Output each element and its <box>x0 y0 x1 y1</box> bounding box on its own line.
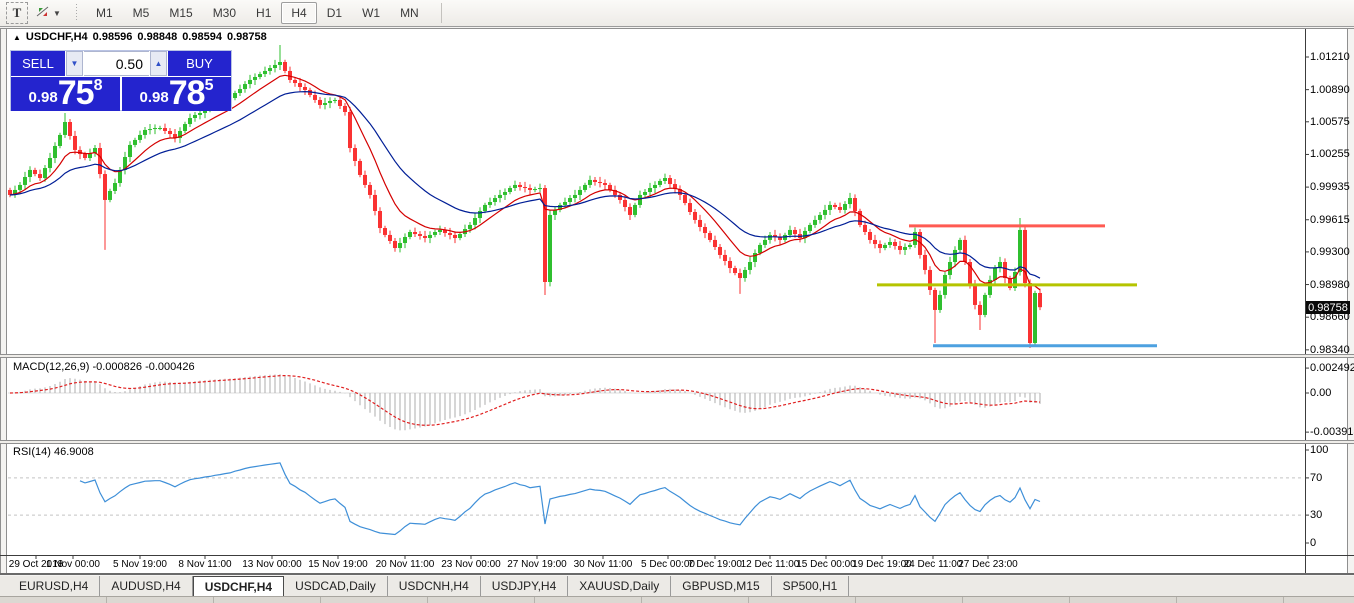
time-axis-label: 27 Nov 19:00 <box>507 559 567 570</box>
ohlc-high: 0.98848 <box>137 31 177 43</box>
buy-button[interactable]: BUY <box>168 51 231 76</box>
sell-price-pips: 75 <box>58 79 94 108</box>
sell-button[interactable]: SELL <box>11 51 65 76</box>
macd-axis-label: 0.00 <box>1310 387 1331 399</box>
chart-tab-xauusd[interactable]: XAUUSD,Daily <box>568 576 671 596</box>
chart-tab-usdchf[interactable]: USDCHF,H4 <box>193 576 284 596</box>
chart-tab-eurusd[interactable]: EURUSD,H4 <box>8 576 100 596</box>
rsi-axis-label: 70 <box>1310 472 1322 484</box>
rsi-panel-divider[interactable] <box>0 440 1354 444</box>
sell-price-prefix: 0.98 <box>29 90 58 105</box>
time-axis-label: 23 Nov 00:00 <box>441 559 501 570</box>
price-axis-label: 0.99300 <box>1310 246 1350 258</box>
collapse-triangle-icon[interactable]: ▲ <box>13 33 21 42</box>
bottom-strip <box>0 596 1354 603</box>
rsi-axis-label: 100 <box>1310 444 1328 456</box>
time-axis-label: 20 Nov 11:00 <box>376 559 435 570</box>
symbol-header: ▲ USDCHF,H4 0.98596 0.98848 0.98594 0.98… <box>13 31 267 43</box>
symbol-name: USDCHF,H4 <box>26 31 88 43</box>
chart-tab-usdjpy[interactable]: USDJPY,H4 <box>481 576 568 596</box>
time-axis-label: 15 Nov 19:00 <box>308 559 368 570</box>
rsi-axis-label: 30 <box>1310 509 1322 521</box>
price-axis-label: 0.98980 <box>1310 279 1350 291</box>
time-axis-label: 5 Dec 00:00 <box>641 559 695 570</box>
time-axis-label: 7 Dec 19:00 <box>688 559 742 570</box>
window-bottom-border <box>0 573 1354 575</box>
rsi-axis-label: 0 <box>1310 537 1316 549</box>
rsi-label: RSI(14) 46.9008 <box>13 446 94 458</box>
time-axis-label: 1 Nov 00:00 <box>46 559 100 570</box>
chart-tab-usdcnh[interactable]: USDCNH,H4 <box>388 576 481 596</box>
price-axis-label: 1.00255 <box>1310 148 1350 160</box>
buy-price-display[interactable]: 0.98 78 5 <box>122 77 231 111</box>
buy-price-point: 5 <box>205 78 214 94</box>
price-axis-label: 0.98340 <box>1310 344 1350 356</box>
chart-tab-sp500[interactable]: SP500,H1 <box>772 576 850 596</box>
volume-decrease-button[interactable]: ▼ <box>66 51 83 76</box>
volume-increase-button[interactable]: ▲ <box>150 51 167 76</box>
price-axis-label: 1.00575 <box>1310 116 1350 128</box>
time-axis-label: 15 Dec 00:00 <box>796 559 856 570</box>
mt4-window: T ▼ M1M5M15M30H1H4D1W1MN ▲ USDCHF,H4 0.9… <box>0 0 1354 603</box>
time-axis-border <box>0 555 1354 556</box>
price-axis-label: 0.99935 <box>1310 181 1350 193</box>
time-axis-label: 13 Nov 00:00 <box>242 559 302 570</box>
time-axis-label: 12 Dec 11:00 <box>741 559 800 570</box>
sell-price-display[interactable]: 0.98 75 8 <box>11 77 120 111</box>
chart-tab-bar: EURUSD,H4AUDUSD,H4USDCHF,H4USDCAD,DailyU… <box>0 576 1354 596</box>
macd-axis-label: 0.002492 <box>1310 362 1354 374</box>
time-axis-label: 27 Dec 23:00 <box>958 559 1018 570</box>
buy-price-prefix: 0.98 <box>140 90 169 105</box>
macd-axis-label: -0.003913 <box>1310 426 1354 438</box>
sell-price-point: 8 <box>94 78 103 94</box>
time-axis-label: 5 Nov 19:00 <box>113 559 167 570</box>
ohlc-close: 0.98758 <box>227 31 267 43</box>
time-axis-label: 30 Nov 11:00 <box>574 559 633 570</box>
price-axis-label: 1.00890 <box>1310 84 1350 96</box>
chart-tab-usdcad[interactable]: USDCAD,Daily <box>284 576 388 596</box>
chart-tab-audusd[interactable]: AUDUSD,H4 <box>100 576 192 596</box>
volume-input[interactable]: 0.50 <box>84 51 149 76</box>
time-axis-label: 24 Dec 11:00 <box>904 559 963 570</box>
price-axis-label: 0.99615 <box>1310 214 1350 226</box>
time-axis-label: 8 Nov 11:00 <box>178 559 231 570</box>
macd-label: MACD(12,26,9) -0.000826 -0.000426 <box>13 361 195 373</box>
ohlc-low: 0.98594 <box>182 31 222 43</box>
macd-panel-divider[interactable] <box>0 354 1354 358</box>
ohlc-open: 0.98596 <box>93 31 133 43</box>
price-axis-label: 1.01210 <box>1310 51 1350 63</box>
chart-tab-gbpusd[interactable]: GBPUSD,M15 <box>671 576 771 596</box>
buy-price-pips: 78 <box>169 79 205 108</box>
current-price-tag: 0.98758 <box>1306 301 1350 314</box>
one-click-trading-panel: SELL ▼ 0.50 ▲ BUY 0.98 75 8 0.98 78 5 <box>10 50 232 111</box>
